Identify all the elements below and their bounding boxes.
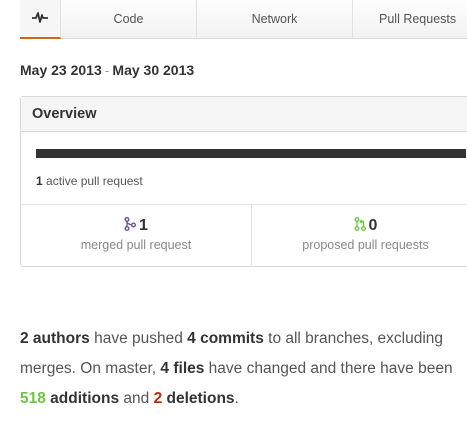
active-pull-requests-label: active pull request: [46, 174, 143, 188]
commits-count[interactable]: 4 commits: [187, 330, 264, 347]
merged-pull-requests[interactable]: 1 merged pull request: [21, 205, 251, 267]
files-count[interactable]: 4 files: [160, 360, 204, 377]
overview-title: Overview: [21, 97, 467, 132]
deletions-stat: 2 deletions: [154, 390, 235, 407]
deletions-word: deletions: [162, 390, 235, 407]
tab-network[interactable]: Network: [197, 0, 353, 38]
date-range-separator: -: [104, 62, 110, 78]
summary-text-3: have changed and there have been: [204, 360, 453, 377]
date-range: May 23 2013- May 30 2013: [20, 62, 194, 78]
commit-summary: 2 authors have pushed 4 commits to all b…: [20, 324, 460, 414]
merged-count: 1: [139, 217, 148, 234]
deletions-count: 2: [153, 390, 163, 407]
git-pull-request-icon: [354, 216, 366, 236]
active-pull-requests[interactable]: 1 active pull request: [36, 174, 143, 188]
proposed-label: proposed pull requests: [302, 238, 429, 252]
merged-label: merged pull request: [80, 238, 192, 252]
proposed-pull-requests[interactable]: 0 proposed pull requests: [251, 205, 467, 267]
pulse-icon: [32, 11, 48, 26]
summary-text-5: .: [234, 390, 239, 407]
git-merge-icon: [124, 216, 137, 236]
additions-count: 518: [20, 390, 46, 407]
tab-pulse[interactable]: [20, 0, 61, 39]
proposed-count: 0: [368, 217, 378, 234]
authors-count[interactable]: 2 authors: [20, 330, 90, 347]
active-pull-requests-count: 1: [36, 174, 43, 188]
additions-stat: 518 additions: [20, 390, 119, 407]
additions-word: additions: [45, 390, 120, 407]
tab-code[interactable]: Code: [61, 0, 197, 38]
pull-request-progress-bar: [36, 149, 466, 158]
repo-tabs: Code Network Pull Requests: [20, 0, 467, 39]
pull-request-stats: 1 merged pull request 0 proposed pull re…: [21, 204, 467, 267]
summary-text-1: have pushed: [89, 330, 188, 347]
tab-pull-requests[interactable]: Pull Requests: [353, 0, 467, 38]
overview-panel: Overview 1 active pull request 1 merged …: [20, 96, 467, 267]
date-range-start: May 23 2013: [20, 62, 102, 78]
date-range-end: May 30 2013: [112, 62, 195, 78]
summary-text-4: and: [119, 390, 154, 407]
